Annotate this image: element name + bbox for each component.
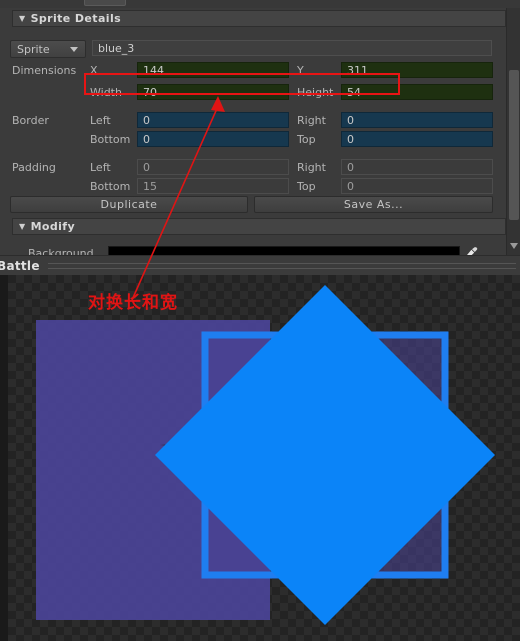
dimensions-label: Dimensions xyxy=(12,64,77,77)
border-left-input[interactable]: 0 xyxy=(137,112,289,128)
sprite-name-input[interactable]: blue_3 xyxy=(92,40,492,56)
border-left-label: Left xyxy=(90,114,111,127)
padding-label: Padding xyxy=(12,161,56,174)
inspector-scrollbar[interactable] xyxy=(506,8,520,255)
border-right-input[interactable]: 0 xyxy=(341,112,493,128)
duplicate-button[interactable]: Duplicate xyxy=(10,196,248,213)
sprite-details-title: Sprite Details xyxy=(30,12,122,25)
dimensions-x-input[interactable]: 144 xyxy=(137,62,289,78)
toolbar-strip xyxy=(0,0,520,8)
padding-right-input[interactable]: 0 xyxy=(341,159,493,175)
sprite-editor-window: ▼ Sprite Details Sprite blue_3 Dimension… xyxy=(0,0,520,641)
border-top-input[interactable]: 0 xyxy=(341,131,493,147)
padding-top-label: Top xyxy=(297,180,316,193)
dimensions-y-input[interactable]: 311 xyxy=(341,62,493,78)
modify-title: Modify xyxy=(30,220,76,233)
sprite-type-label: Sprite xyxy=(17,42,50,56)
sprite-type-dropdown[interactable]: Sprite xyxy=(10,40,86,58)
chevron-down-icon[interactable] xyxy=(70,47,78,52)
border-bottom-label: Bottom xyxy=(90,133,131,146)
dimensions-y-label: Y xyxy=(297,64,304,77)
padding-bottom-input[interactable]: 15 xyxy=(137,178,289,194)
inspector-panel: ▼ Sprite Details Sprite blue_3 Dimension… xyxy=(0,8,520,261)
border-right-label: Right xyxy=(297,114,326,127)
border-label: Border xyxy=(12,114,49,127)
dimensions-x-label: X xyxy=(90,64,98,77)
padding-bottom-label: Bottom xyxy=(90,180,131,193)
toolbar-clipped-button[interactable] xyxy=(84,0,126,6)
border-top-label: Top xyxy=(297,133,316,146)
collapse-triangle-icon[interactable]: ▼ xyxy=(19,222,26,231)
modify-section-header[interactable]: ▼ Modify xyxy=(12,218,506,235)
tabbar-divider xyxy=(47,262,516,269)
border-bottom-input[interactable]: 0 xyxy=(137,131,289,147)
padding-left-input[interactable]: 0 xyxy=(137,159,289,175)
dimensions-height-label: Height xyxy=(297,86,334,99)
dimensions-width-label: Width xyxy=(90,86,122,99)
collapse-triangle-icon[interactable]: ▼ xyxy=(19,14,26,23)
sprite-canvas[interactable] xyxy=(0,275,520,641)
sprite-artwork xyxy=(36,285,495,625)
sprite-details-section-header[interactable]: ▼ Sprite Details xyxy=(12,10,506,27)
save-as-button[interactable]: Save As... xyxy=(254,196,493,213)
padding-left-label: Left xyxy=(90,161,111,174)
dimensions-width-input[interactable]: 70 xyxy=(137,84,289,100)
padding-right-label: Right xyxy=(297,161,326,174)
tab-battle[interactable]: Battle xyxy=(0,259,40,273)
chevron-down-icon[interactable] xyxy=(510,243,518,249)
scrollbar-thumb[interactable] xyxy=(509,70,519,220)
padding-top-input[interactable]: 0 xyxy=(341,178,493,194)
dimensions-height-input[interactable]: 54 xyxy=(341,84,493,100)
battle-tab-bar: Battle xyxy=(0,255,520,275)
